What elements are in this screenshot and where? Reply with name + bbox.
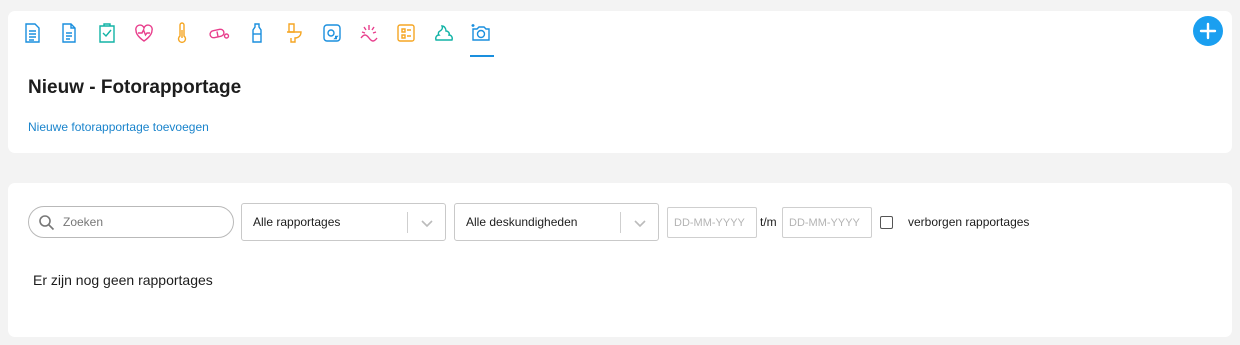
select-separator <box>620 212 621 233</box>
tab-fluid[interactable] <box>239 19 275 55</box>
tab-document[interactable] <box>51 19 87 55</box>
pill-icon <box>209 28 230 39</box>
camera-icon <box>471 24 490 41</box>
expertise-select-value: Alle deskundigheden <box>466 215 578 229</box>
tab-photo[interactable] <box>463 19 499 57</box>
expertise-select[interactable]: Alle deskundigheden <box>454 203 659 241</box>
select-separator <box>407 212 408 233</box>
date-to-field[interactable] <box>782 207 872 238</box>
add-button[interactable] <box>1193 16 1223 46</box>
tab-pain[interactable] <box>351 19 387 55</box>
tab-medication[interactable] <box>201 19 237 55</box>
page-title: Nieuw - Fotorapportage <box>28 77 242 98</box>
heart-pulse-icon <box>135 24 154 42</box>
report-icon <box>25 23 40 43</box>
thermometer-icon <box>177 22 186 44</box>
tab-oxygen[interactable] <box>314 19 350 55</box>
report-type-select-value: Alle rapportages <box>253 215 341 229</box>
search-icon <box>39 215 55 231</box>
chevron-down-icon <box>634 220 646 228</box>
date-from-field[interactable] <box>667 207 757 238</box>
report-type-select[interactable]: Alle rapportages <box>241 203 446 241</box>
add-photo-report-link[interactable]: Nieuwe fotorapportage toevoegen <box>28 120 209 134</box>
bottle-icon <box>251 23 262 43</box>
clipboard-check-icon <box>99 23 115 43</box>
pain-icon <box>360 25 378 42</box>
search-input[interactable] <box>63 212 223 232</box>
stool-icon <box>434 25 453 41</box>
tab-stool[interactable] <box>426 19 462 55</box>
tab-report[interactable] <box>14 19 50 55</box>
empty-state-message: Er zijn nog geen rapportages <box>33 272 213 288</box>
tab-toilet[interactable] <box>276 19 312 55</box>
oxygen-icon <box>322 24 341 42</box>
document-icon <box>62 23 77 43</box>
reports-card: Alle rapportages Alle deskundigheden t/m… <box>8 183 1232 337</box>
date-range-separator: t/m <box>760 215 777 229</box>
chevron-down-icon <box>421 220 433 228</box>
list-icon <box>397 24 416 42</box>
tab-vitals[interactable] <box>126 19 162 55</box>
tab-temperature[interactable] <box>164 19 200 55</box>
search-box <box>28 206 234 238</box>
report-type-tabs <box>14 19 501 57</box>
tab-list[interactable] <box>388 19 424 55</box>
toilet-icon <box>287 23 302 43</box>
header-card: Nieuw - Fotorapportage Nieuwe fotorappor… <box>8 11 1232 153</box>
plus-icon <box>1199 22 1217 40</box>
tab-checklist[interactable] <box>89 19 125 55</box>
hidden-reports-label: verborgen rapportages <box>908 215 1030 229</box>
hidden-reports-checkbox[interactable] <box>880 216 893 229</box>
